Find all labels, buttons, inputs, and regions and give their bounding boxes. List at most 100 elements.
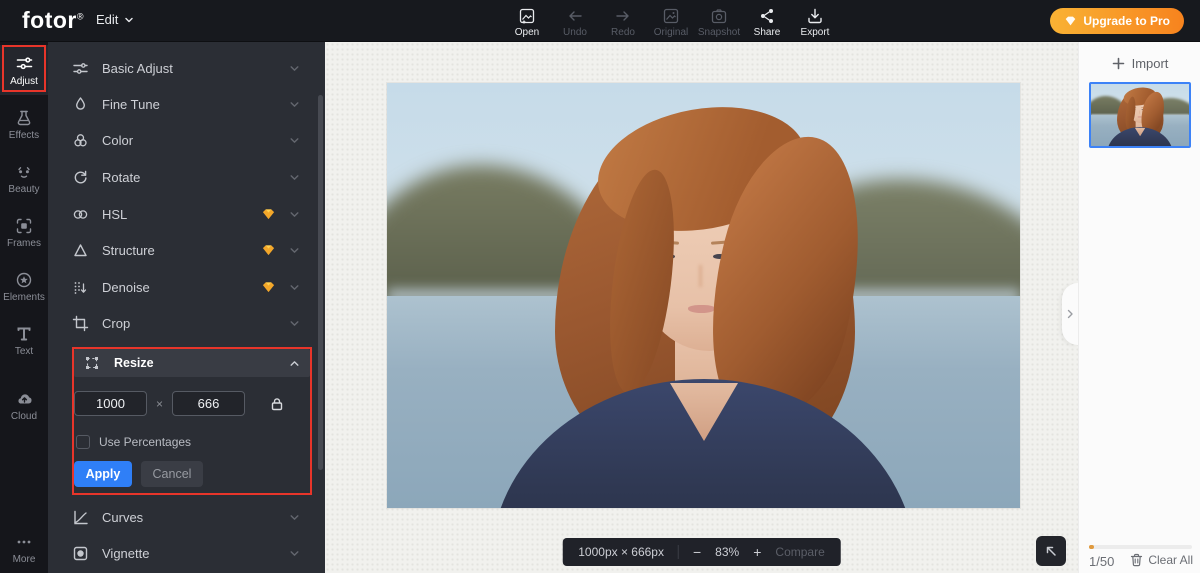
toolbar-label: Original bbox=[654, 27, 688, 38]
edit-menu-label: Edit bbox=[96, 12, 118, 27]
chevron-down-icon bbox=[289, 63, 300, 74]
redo-icon bbox=[614, 7, 632, 25]
chevron-down-icon bbox=[289, 282, 300, 293]
camera-icon bbox=[710, 7, 728, 25]
hsl-circles-icon bbox=[72, 206, 89, 223]
cancel-button[interactable]: Cancel bbox=[141, 461, 203, 487]
download-icon bbox=[806, 7, 824, 25]
chevron-down-icon bbox=[289, 245, 300, 256]
pro-diamond-icon bbox=[261, 280, 276, 294]
use-percentages-option[interactable]: Use Percentages bbox=[76, 435, 191, 449]
apply-button[interactable]: Apply bbox=[74, 461, 132, 487]
panel-item-crop[interactable]: Crop bbox=[48, 305, 318, 341]
clear-all-label: Clear All bbox=[1148, 553, 1193, 567]
statusbar-divider bbox=[678, 545, 679, 559]
use-percentages-label: Use Percentages bbox=[99, 435, 191, 449]
diamond-icon bbox=[1064, 15, 1077, 27]
photo-lips bbox=[688, 305, 715, 313]
cloud-upload-icon bbox=[15, 389, 34, 408]
rail-item-elements[interactable]: Elements bbox=[0, 262, 48, 312]
image-counter: 1/50 bbox=[1089, 554, 1114, 569]
registered-mark: ® bbox=[77, 11, 84, 21]
snapshot-button[interactable]: Snapshot bbox=[695, 5, 743, 38]
zoom-statusbar: 1000px × 666px − 83% + Compare bbox=[562, 538, 841, 566]
rail-item-label: Elements bbox=[3, 292, 45, 303]
image-tray: Import 1/50 Clear All bbox=[1078, 42, 1200, 573]
resize-section-header[interactable]: Resize bbox=[74, 349, 310, 377]
clear-all-button[interactable]: Clear All bbox=[1130, 553, 1193, 567]
rail-item-frames[interactable]: Frames bbox=[0, 208, 48, 258]
panel-item-curves[interactable]: Curves bbox=[48, 499, 318, 535]
height-input[interactable] bbox=[172, 391, 245, 416]
panel-item-denoise[interactable]: Denoise bbox=[48, 269, 318, 305]
select-tool-button[interactable] bbox=[1036, 536, 1066, 566]
arrow-up-left-icon bbox=[1044, 544, 1058, 558]
toolbar-label: Undo bbox=[563, 27, 587, 38]
resize-icon bbox=[84, 355, 101, 372]
use-percentages-checkbox[interactable] bbox=[76, 435, 90, 449]
panel-item-label: Basic Adjust bbox=[102, 61, 173, 76]
width-input[interactable] bbox=[74, 391, 147, 416]
logo-text: fotor bbox=[22, 7, 77, 33]
undo-icon bbox=[566, 7, 584, 25]
fotor-logo[interactable]: fotor® bbox=[22, 7, 84, 34]
zoom-in-button[interactable]: + bbox=[753, 544, 761, 560]
rail-item-cloud[interactable]: Cloud bbox=[0, 380, 48, 430]
panel-item-label: Fine Tune bbox=[102, 97, 160, 112]
chevron-down-icon bbox=[289, 512, 300, 523]
triangle-icon bbox=[72, 242, 89, 259]
rail-item-beauty[interactable]: Beauty bbox=[0, 154, 48, 204]
chevron-down-icon bbox=[289, 318, 300, 329]
panel-item-fine-tune[interactable]: Fine Tune bbox=[48, 86, 318, 122]
chevron-right-icon bbox=[1066, 309, 1074, 319]
export-button[interactable]: Export bbox=[791, 5, 839, 38]
panel-scrollbar[interactable] bbox=[318, 95, 323, 470]
resize-label: Resize bbox=[114, 356, 154, 370]
original-image-icon bbox=[662, 7, 680, 25]
redo-button[interactable]: Redo bbox=[599, 5, 647, 38]
adjust-sliders-icon bbox=[15, 54, 34, 73]
panel-item-vignette[interactable]: Vignette bbox=[48, 535, 318, 571]
lock-aspect-icon[interactable] bbox=[269, 396, 285, 412]
flask-icon bbox=[15, 109, 33, 127]
thumbnail-image[interactable] bbox=[1089, 82, 1191, 148]
left-rail: Adjust Effects Beauty Frames Elements Te… bbox=[0, 42, 48, 573]
toolbar-label: Snapshot bbox=[698, 27, 740, 38]
curves-icon bbox=[72, 509, 89, 526]
rail-item-more[interactable]: More bbox=[0, 524, 48, 573]
edit-menu[interactable]: Edit bbox=[96, 12, 134, 27]
panel-item-rotate[interactable]: Rotate bbox=[48, 159, 318, 195]
panel-item-structure[interactable]: Structure bbox=[48, 232, 318, 268]
sliders-icon bbox=[72, 60, 89, 77]
compare-button[interactable]: Compare bbox=[775, 545, 824, 559]
rail-item-adjust[interactable]: Adjust bbox=[0, 45, 48, 95]
share-button[interactable]: Share bbox=[743, 5, 791, 38]
resize-actions: Apply Cancel bbox=[74, 461, 203, 487]
toolbar-label: Share bbox=[754, 27, 781, 38]
pro-diamond-icon bbox=[261, 207, 276, 221]
upgrade-to-pro-button[interactable]: Upgrade to Pro bbox=[1050, 8, 1184, 34]
panel-item-basic-adjust[interactable]: Basic Adjust bbox=[48, 50, 318, 86]
upgrade-label: Upgrade to Pro bbox=[1083, 14, 1170, 28]
open-button[interactable]: Open bbox=[503, 5, 551, 38]
rail-item-effects[interactable]: Effects bbox=[0, 100, 48, 150]
canvas-area: 1000px × 666px − 83% + Compare bbox=[325, 42, 1078, 573]
frame-icon bbox=[15, 217, 33, 235]
panel-collapse-tab[interactable] bbox=[1062, 283, 1078, 345]
rail-item-label: Adjust bbox=[10, 76, 38, 87]
plus-icon bbox=[1112, 57, 1125, 70]
chevron-down-icon bbox=[289, 135, 300, 146]
chevron-down-icon bbox=[124, 15, 134, 25]
canvas-photo[interactable] bbox=[387, 83, 1020, 508]
import-button[interactable]: Import bbox=[1079, 52, 1200, 74]
rail-item-text[interactable]: Text bbox=[0, 316, 48, 366]
panel-item-hsl[interactable]: HSL bbox=[48, 196, 318, 232]
panel-item-color[interactable]: Color bbox=[48, 122, 318, 158]
undo-button[interactable]: Undo bbox=[551, 5, 599, 38]
zoom-out-button[interactable]: − bbox=[693, 544, 701, 560]
storage-progress bbox=[1089, 545, 1192, 549]
chevron-up-icon bbox=[289, 358, 300, 369]
original-button[interactable]: Original bbox=[647, 5, 695, 38]
rotate-icon bbox=[72, 169, 89, 186]
denoise-icon bbox=[72, 279, 89, 296]
